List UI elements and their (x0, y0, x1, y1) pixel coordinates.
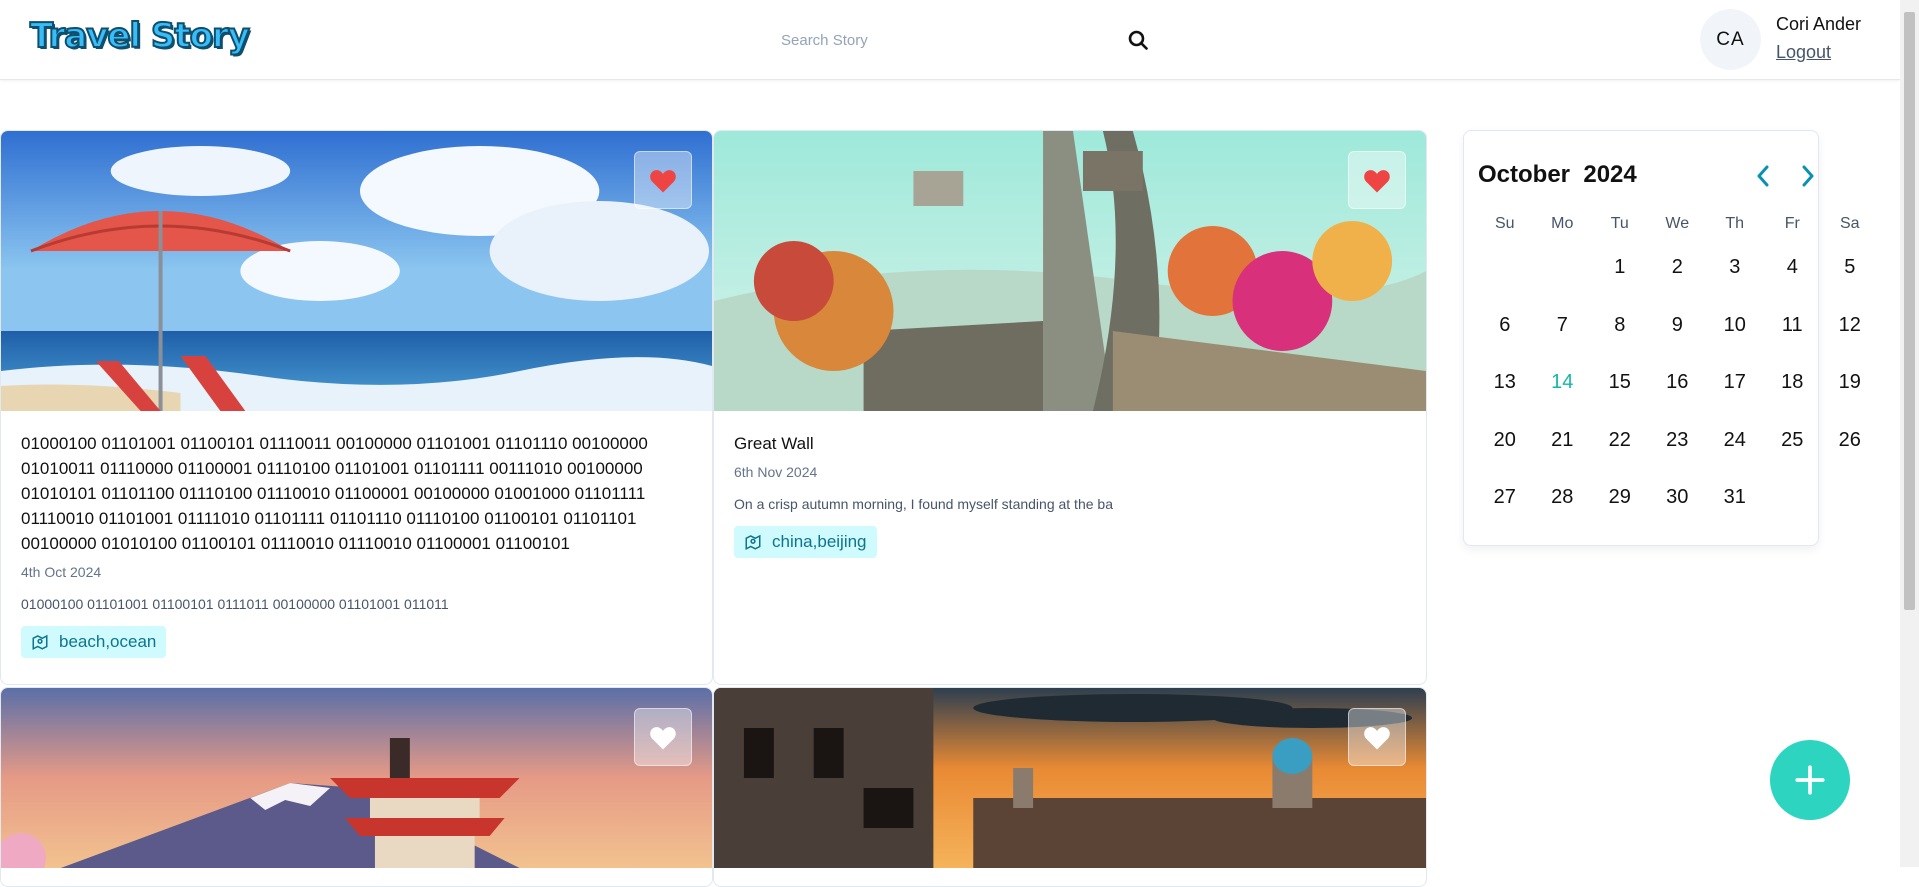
calendar-day[interactable]: 6 (1476, 297, 1534, 355)
location-map-icon (32, 634, 48, 650)
favourite-button[interactable] (1348, 708, 1406, 766)
story-card[interactable]: 01000100 01101001 01100101 01110011 0010… (0, 130, 713, 685)
story-date: 4th Oct 2024 (21, 564, 102, 580)
calendar-day-today[interactable]: 14 (1534, 354, 1592, 412)
calendar-day[interactable]: 28 (1534, 469, 1592, 527)
calendar-day[interactable]: 7 (1534, 297, 1592, 355)
calendar-day[interactable]: 22 (1591, 412, 1649, 470)
scrollbar-thumb[interactable] (1904, 12, 1915, 610)
app-logo[interactable]: Travel Story (29, 15, 251, 57)
navbar: Travel Story CA Cori Ander Logout (0, 0, 1900, 80)
calendar-day[interactable]: 25 (1764, 412, 1822, 470)
calendar-day[interactable]: 31 (1706, 469, 1764, 527)
calendar-day[interactable]: 23 (1649, 412, 1707, 470)
heart-filled-icon (650, 170, 676, 193)
story-tag[interactable]: beach,ocean (21, 626, 167, 658)
calendar-day[interactable]: 2 (1649, 239, 1707, 297)
calendar-month-label: October 2024 (1478, 161, 1637, 189)
calendar-day[interactable]: 17 (1706, 354, 1764, 412)
calendar-day[interactable]: 19 (1821, 354, 1879, 412)
calendar-day[interactable]: 24 (1706, 412, 1764, 470)
calendar-day[interactable]: 13 (1476, 354, 1534, 412)
heart-outline-icon (1364, 727, 1390, 750)
story-card[interactable] (0, 687, 713, 887)
story-title: Great Wall (734, 434, 814, 453)
next-month-button[interactable] (1793, 161, 1823, 191)
calendar-day[interactable]: 16 (1649, 354, 1707, 412)
calendar-day[interactable]: 12 (1821, 297, 1879, 355)
story-tag[interactable]: china,beijing (734, 526, 877, 558)
story-tag-label: china,beijing (772, 532, 867, 551)
story-excerpt: On a crisp autumn morning, I found mysel… (734, 496, 1113, 512)
story-image-old-city (714, 688, 1426, 868)
story-date: 6th Nov 2024 (734, 464, 818, 480)
avatar: CA (1700, 9, 1761, 70)
story-excerpt: 01000100 01101001 01100101 0111011 00100… (21, 596, 449, 612)
calendar-empty-cell (1534, 239, 1592, 297)
calendar-grid: Su Mo Tu We Th Fr Sa 1 2 3 4 5 6 7 8 9 10 11 12 13 14 15 16 17 1… (1476, 209, 1861, 527)
story-card-body: Great Wall 6th Nov 2024 On a crisp autum… (734, 431, 1406, 558)
add-story-button[interactable] (1770, 740, 1850, 820)
story-image-great-wall (714, 131, 1426, 411)
calendar-day[interactable]: 15 (1591, 354, 1649, 412)
heart-filled-icon (1364, 170, 1390, 193)
page-scrollbar[interactable] (1900, 0, 1919, 867)
calendar-weekday: Su (1494, 215, 1515, 232)
location-map-icon (745, 534, 761, 550)
chevron-left-icon (1757, 165, 1769, 187)
story-card[interactable]: Great Wall 6th Nov 2024 On a crisp autum… (713, 130, 1427, 685)
user-name: Cori Ander (1776, 14, 1862, 34)
favourite-button[interactable] (1348, 151, 1406, 209)
calendar-day[interactable]: 5 (1821, 239, 1879, 297)
calendar-day[interactable]: 21 (1534, 412, 1592, 470)
calendar-month: October (1478, 161, 1571, 188)
plus-icon (1795, 765, 1825, 795)
calendar-day[interactable]: 11 (1764, 297, 1822, 355)
calendar-weekday: Fr (1784, 215, 1800, 232)
calendar-day[interactable]: 18 (1764, 354, 1822, 412)
calendar-weekday: Mo (1551, 215, 1574, 232)
favourite-button[interactable] (634, 708, 692, 766)
search-icon[interactable] (1126, 28, 1150, 52)
calendar-day[interactable]: 30 (1649, 469, 1707, 527)
calendar-year: 2024 (1583, 161, 1637, 188)
prev-month-button[interactable] (1748, 161, 1778, 191)
calendar-day[interactable]: 10 (1706, 297, 1764, 355)
calendar-day[interactable]: 27 (1476, 469, 1534, 527)
logout-link[interactable]: Logout (1776, 42, 1831, 63)
search-input[interactable] (765, 20, 1150, 60)
calendar-day[interactable]: 26 (1821, 412, 1879, 470)
calendar-day[interactable]: 29 (1591, 469, 1649, 527)
calendar-weekday: We (1665, 215, 1690, 232)
calendar-weekday: Th (1725, 215, 1745, 232)
heart-outline-icon (650, 727, 676, 750)
story-image-beach (1, 131, 712, 411)
calendar-weekday: Sa (1839, 215, 1860, 232)
calendar-day[interactable]: 8 (1591, 297, 1649, 355)
calendar-empty-cell (1476, 239, 1534, 297)
search-bar (765, 20, 1150, 60)
story-title: 01000100 01101001 01100101 01110011 0010… (21, 434, 648, 553)
date-picker-calendar: October 2024 Su Mo Tu We Th Fr Sa 1 2 3 4 5 6 7 8 9 10 11… (1463, 130, 1861, 546)
calendar-weekday: Tu (1610, 215, 1629, 232)
calendar-day[interactable]: 20 (1476, 412, 1534, 470)
story-image-fuji (1, 688, 712, 868)
calendar-day[interactable]: 9 (1649, 297, 1707, 355)
story-card-body: 01000100 01101001 01100101 01110011 0010… (21, 431, 692, 658)
favourite-button[interactable] (634, 151, 692, 209)
calendar-day[interactable]: 4 (1764, 239, 1822, 297)
chevron-right-icon (1802, 165, 1814, 187)
story-card[interactable] (713, 687, 1427, 887)
calendar-day[interactable]: 1 (1591, 239, 1649, 297)
story-tag-label: beach,ocean (59, 632, 157, 651)
calendar-day[interactable]: 3 (1706, 239, 1764, 297)
